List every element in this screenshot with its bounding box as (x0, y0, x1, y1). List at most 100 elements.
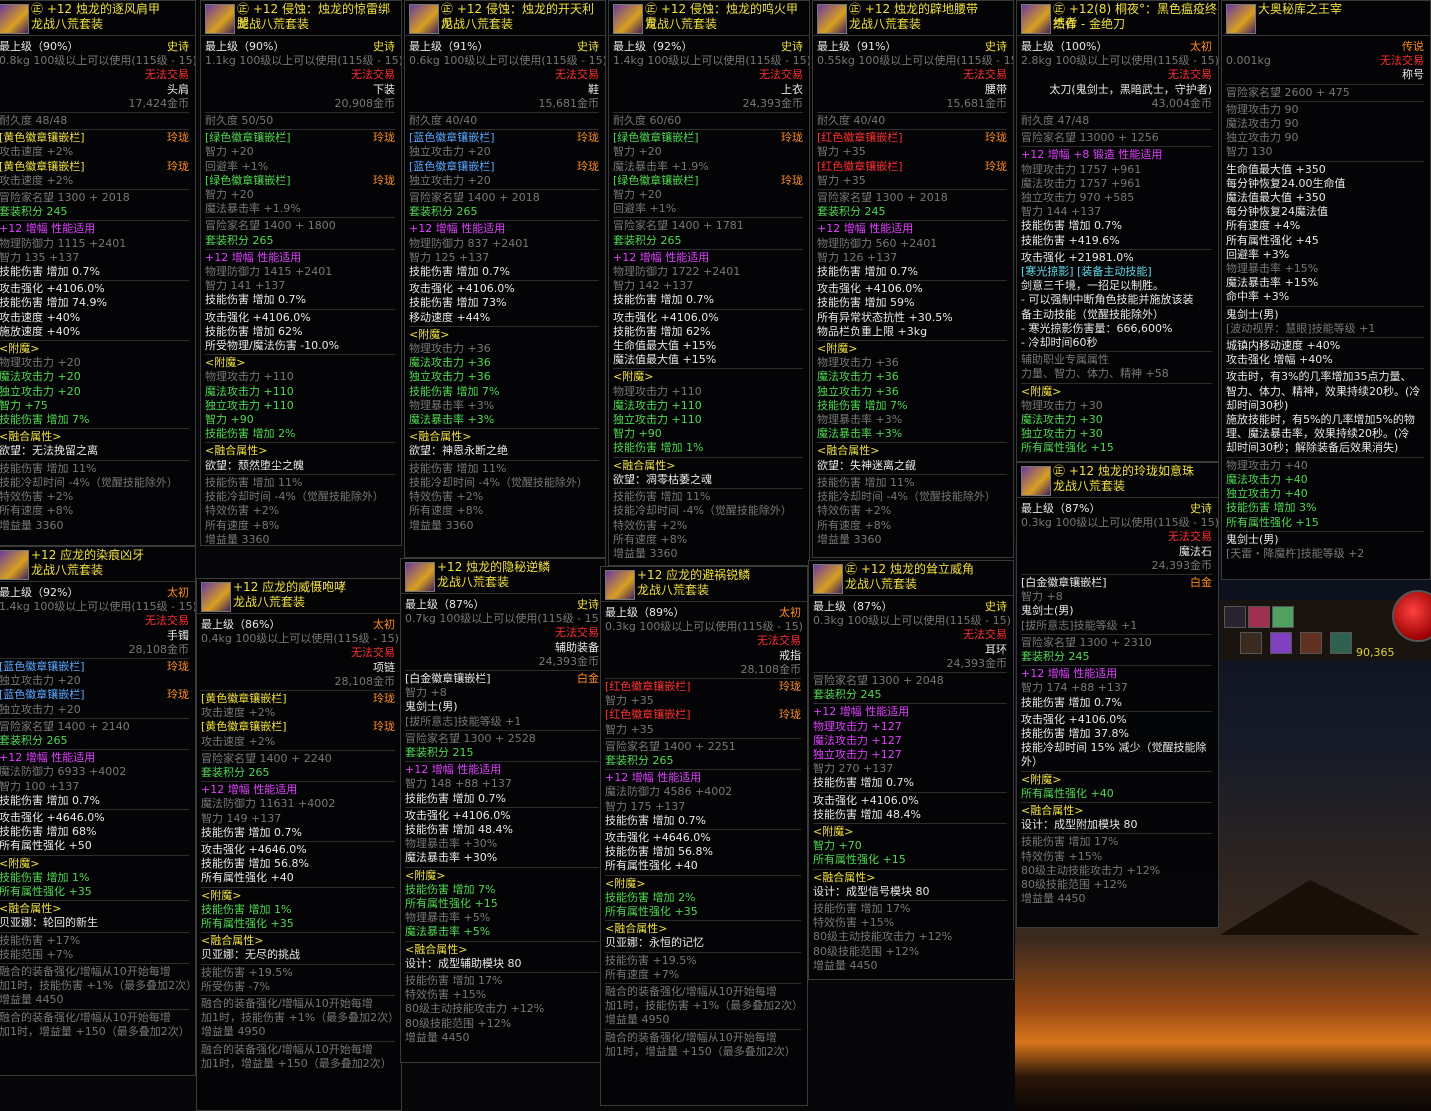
stat-text: 辅助职业专属属性 (1021, 353, 1109, 367)
heart-icon[interactable] (1248, 606, 1270, 628)
stat-line: 套装积分 215 (405, 746, 599, 760)
stat-line: 物理攻击力 +36 (409, 342, 599, 356)
stat-text: <附魔> (1021, 384, 1062, 398)
stat-text: 技能范围 +7% (0, 947, 74, 961)
stat-line: 技能伤害 增加 0.7% (0, 265, 189, 279)
stat-line: 攻击强化 增幅 +40% (1226, 353, 1424, 367)
item-name: ㊣ +12 烛龙的玲珑如意珠 (1053, 464, 1194, 478)
stat-line: 技能伤害 增加 7% (0, 413, 189, 427)
stat-value: 玲珑 (779, 708, 801, 722)
stat-text: 0.001kg (1226, 54, 1271, 68)
stat-line: 0.001kg 无法交易 (1226, 54, 1424, 68)
stat-line: 物理攻击力 +40 (1226, 456, 1424, 473)
stat-text: 理、魔法暴击率，效果持续20秒。(冷 (1226, 427, 1410, 441)
stat-line: 增益量 4450 (1021, 892, 1212, 906)
scroll-icon[interactable] (1272, 606, 1294, 628)
stat-text: <附魔> (1021, 772, 1062, 786)
hud-slot-icon[interactable] (1224, 606, 1246, 628)
stat-line: 技能伤害 增加 1% (613, 441, 803, 455)
stat-text: 套装积分 265 (613, 233, 682, 247)
stat-text: +12 增幅 +8 锻造 性能适用 (1021, 148, 1163, 162)
stat-text: 魔法攻击力 +40 (1226, 472, 1308, 486)
stat-text: [蓝色徽章镶嵌栏] (0, 660, 85, 674)
stat-value: 耳环 (985, 642, 1007, 656)
stat-line: [绿色徽章镶嵌栏] 玲珑 (205, 129, 395, 145)
stat-line: 无法交易 (205, 68, 395, 82)
stat-line: 魔法值最大值 +350 (1226, 191, 1424, 205)
stat-text: 特效伤害 +15% (405, 988, 487, 1002)
stat-line: 冒险家名望 1400 + 2251 (605, 737, 801, 754)
stat-line: 所有属性强化 +15 (1226, 516, 1424, 530)
stat-text: 所有异常状态抗性 +30.5% (817, 310, 953, 324)
stat-value: 辅助装备 (555, 640, 599, 654)
stat-value: 太刀(鬼剑士，黑暗武士，守护者) (1049, 82, 1212, 96)
stat-text: 冒险家名望 1400 + 2251 (605, 739, 736, 753)
stat-line: 生命值最大值 +350 (1226, 160, 1424, 177)
stat-line: 融合的装备强化/增幅从10开始每增 (201, 995, 395, 1011)
stat-line: 攻击强化 +4646.0% (201, 841, 395, 857)
stat-line: 套装积分 265 (201, 766, 395, 780)
stat-line: 加1时，技能伤害 +1%（最多叠加2次） (201, 1011, 399, 1025)
stat-line: +12 增幅 性能适用 (813, 703, 1007, 719)
stat-line: 攻击速度 +2% (0, 145, 189, 159)
stat-line: 头肩 (0, 83, 189, 97)
stat-line: 特效伤害 +2% (0, 490, 189, 504)
stat-line: 耐久度 50/50 (205, 112, 395, 128)
stat-text: 魔法值最大值 +15% (613, 353, 717, 367)
item-tooltip-stone: ㊣ +12 烛龙的玲珑如意珠 龙战八荒套装 最上级（87%） 史诗 0.3kg 100级… (1016, 462, 1219, 928)
item-name: ㊣ +12 烛龙的逐风肩甲 (31, 2, 160, 16)
item-icon (205, 4, 235, 34)
stat-text: 魔法攻击力 +110 (205, 384, 294, 398)
stat-text: 智力 +20 (613, 188, 662, 202)
stat-line: 独立攻击力 +36 (817, 385, 1007, 399)
stat-line: <融合属性> (205, 442, 395, 458)
stat-text: 最上级（87%） (405, 598, 485, 611)
stat-line: <附魔> (0, 340, 189, 356)
stat-line: 智力 +70 (813, 839, 1007, 853)
bag-icon[interactable] (1240, 632, 1262, 654)
item-header: ㊣ +12 烛龙的耸立威角 龙战八荒套装 (809, 561, 1013, 596)
stat-text: 物理防御力 560 +2401 (817, 236, 938, 250)
stat-value: 无法交易 (1380, 54, 1424, 68)
stat-text: 独立攻击力 +20 (0, 384, 81, 398)
stat-text: 技能伤害 增加 0.7% (1021, 219, 1122, 233)
stat-text: 物理攻击力 +110 (205, 370, 294, 384)
stat-text: <融合属性> (405, 942, 468, 956)
stat-line: 0.4kg 100级以上可以使用(115级 - 15) (201, 632, 399, 646)
item-tooltip-shoulder: ㊣ +12 烛龙的逐风肩甲 龙战八荒套装 最上级（90%） 史诗 0.8kg 100级以… (0, 0, 196, 546)
stat-line: - 可以强制中断角色技能并施放该装 (1021, 293, 1212, 307)
stat-text: 增益量 4450 (0, 993, 64, 1007)
stat-text: [黄色徽章镶嵌栏] (0, 159, 85, 173)
stat-value: 玲珑 (779, 680, 801, 694)
stat-text: 每分钟恢复24.00生命值 (1226, 176, 1346, 190)
stat-text: 魔法暴击率 +1.9% (205, 202, 301, 216)
stat-line: 外） (1021, 755, 1212, 769)
stat-text: 增益量 3360 (205, 532, 270, 546)
item-tooltip-shoes: ㊣ +12 侵蚀：烛龙的开天利爪 龙战八荒套装 最上级（91%） 史诗 0.6kg 10… (404, 0, 606, 558)
stat-line: 技能伤害 增加 0.7% (1021, 696, 1212, 710)
stat-line: 欲望：凋零枯萎之魂 (613, 473, 803, 487)
stat-text: 冒险家名望 2600 + 475 (1226, 85, 1350, 99)
stat-text: 备主动技能（觉醒技能除外） (1021, 307, 1164, 321)
stat-line: 辅助装备 (405, 641, 599, 655)
stat-text: +12 增幅 性能适用 (605, 771, 702, 785)
item-icon[interactable] (1330, 632, 1352, 654)
stat-text: 鬼剑士(男) (405, 700, 458, 714)
item-icon[interactable] (1300, 632, 1322, 654)
stat-text: 智力 130 (1226, 145, 1273, 159)
stat-text: [拔所意志]技能等级 +1 (405, 714, 522, 728)
stat-line: 技能伤害 增加 7% (405, 883, 599, 897)
stat-text: 鬼剑士(男) (1226, 532, 1279, 546)
stat-line: 技能伤害 增加 17% (405, 972, 599, 988)
stat-text: 智力 142 +137 (613, 279, 694, 293)
stat-line: 最上级（86%） 太初 (201, 618, 395, 632)
potion-icon[interactable] (1270, 632, 1292, 654)
stat-text: 技能伤害 增加 59% (817, 296, 915, 310)
stat-text: 特效伤害 +2% (205, 504, 280, 518)
stat-text: 技能伤害 增加 1% (613, 441, 704, 455)
item-header: ㊣ +12 烛龙的玲珑如意珠 龙战八荒套装 (1017, 463, 1218, 498)
stat-line: 0.7kg 100级以上可以使用(115级 - 15) (405, 612, 603, 626)
stat-value: 无法交易 (759, 68, 803, 82)
stat-text: 冒险家名望 1400 + 2140 (0, 719, 130, 733)
stat-line: 独立攻击力 +20 (0, 703, 189, 717)
